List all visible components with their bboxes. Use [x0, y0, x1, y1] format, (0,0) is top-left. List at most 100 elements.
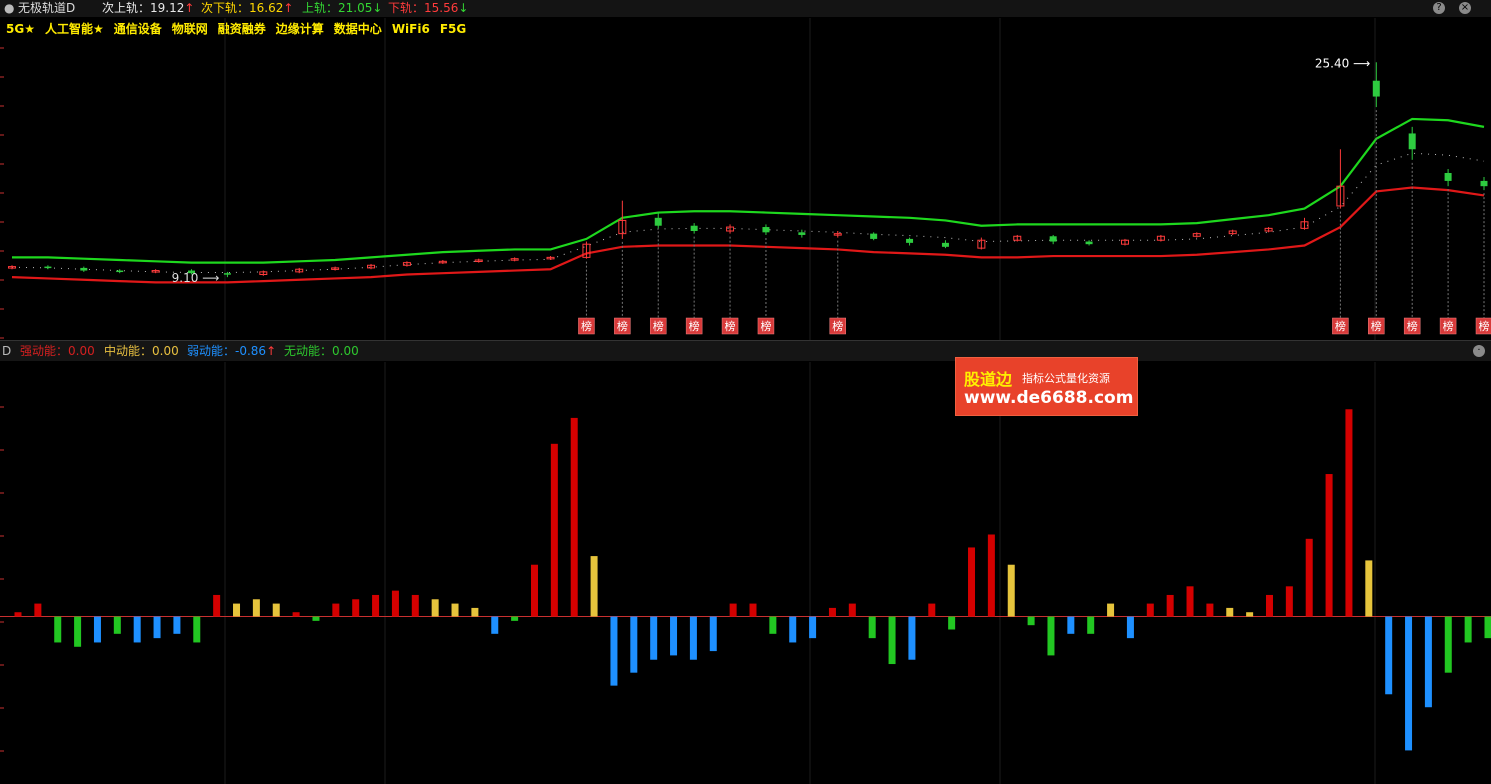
dot-icon: D [2, 344, 12, 358]
question-icon[interactable]: ? [1433, 2, 1445, 14]
logo-title: 股道边 [964, 370, 1013, 389]
momentum-bar [213, 594, 221, 617]
momentum-bar [828, 607, 836, 617]
title-bar: ● 无极轨道D 次上轨：19.12↑ 次下轨：16.62↑ 上轨：21.05↓ … [0, 0, 1491, 17]
candle-body [762, 227, 770, 233]
logo-subtitle: 指标公式量化资源 [1022, 372, 1110, 385]
momentum-bar [590, 556, 598, 617]
momentum-bar [352, 599, 360, 617]
candle-body [1372, 80, 1380, 97]
momentum-bar [1047, 616, 1055, 656]
marker-badge-label: 榜 [832, 319, 843, 333]
momentum-bar [511, 616, 519, 621]
candle-body [906, 238, 914, 243]
momentum-bar [14, 612, 22, 617]
lower-sub-band-value: 次下轨：16.62↑ [201, 1, 293, 16]
momentum-bar [868, 616, 876, 639]
marker-badge-label: 榜 [689, 319, 700, 333]
arrow-down-icon: ↓ [458, 1, 469, 15]
candle-body [941, 242, 949, 247]
upper-sub-band-label: 次上轨：19.12 [102, 1, 185, 15]
candle-body [44, 266, 52, 269]
momentum-bar [987, 534, 995, 617]
upper-sub-band-value: 次上轨：19.12↑ [102, 1, 194, 16]
momentum-bar [610, 616, 618, 686]
no-momentum-value: 无动能：0.00 [284, 344, 359, 358]
candle-body [1085, 241, 1093, 245]
lower-band-label: 下轨：15.56 [388, 1, 459, 15]
momentum-bar [431, 599, 439, 617]
momentum-bar [630, 616, 638, 673]
momentum-bar [312, 616, 320, 621]
momentum-bar [372, 594, 380, 617]
momentum-bar [1186, 586, 1194, 617]
medium-momentum-value: 中动能：0.00 [104, 344, 179, 358]
momentum-bar [173, 616, 181, 634]
momentum-bar [1146, 603, 1154, 617]
logo-url: www.de6688.com [964, 388, 1134, 408]
candle-body [690, 225, 698, 231]
momentum-bar [1484, 616, 1491, 639]
momentum-bar [650, 616, 658, 660]
marker-badge-label: 榜 [1479, 319, 1490, 333]
medium-momentum-label: 中动能：0.00 [104, 344, 179, 358]
momentum-bar [1385, 616, 1393, 695]
momentum-bar [1365, 560, 1373, 617]
momentum-bar [1246, 612, 1254, 617]
momentum-bar [1285, 586, 1293, 617]
candle-body [1408, 133, 1416, 150]
marker-badge-label: 榜 [617, 319, 628, 333]
momentum-bar [670, 616, 678, 656]
marker-badge-label: 榜 [1371, 319, 1382, 333]
marker-badge-label: 榜 [653, 319, 664, 333]
momentum-bar [689, 616, 697, 660]
momentum-bar [570, 417, 578, 617]
candle-body [654, 217, 662, 226]
no-momentum-label: 无动能：0.00 [284, 344, 359, 358]
momentum-bar [233, 603, 241, 617]
arrow-up-icon: ↑ [184, 1, 195, 15]
candle-body [870, 233, 878, 239]
upper-band-value: 上轨：21.05↓ [302, 1, 382, 16]
marker-badge-label: 榜 [1443, 319, 1454, 333]
candle-body [1444, 173, 1452, 181]
momentum-bar [1166, 594, 1174, 617]
arrow-down-icon: ↓ [372, 1, 383, 15]
lower-band-value: 下轨：15.56↓ [388, 1, 468, 16]
marker-badge-label: 榜 [1407, 319, 1418, 333]
momentum-bar [332, 603, 340, 617]
momentum-bar [1027, 616, 1035, 626]
momentum-bar [93, 616, 101, 643]
momentum-bar [1305, 538, 1313, 617]
candle-body [80, 267, 88, 271]
lower-band-line [11, 186, 1485, 284]
momentum-bar [888, 616, 896, 665]
candle-body [1049, 236, 1057, 242]
momentum-bar [1405, 616, 1413, 751]
low-price-label: 9.10 ⟶ [172, 271, 220, 285]
arrow-up-icon: ↑ [283, 1, 294, 15]
momentum-bar [1226, 607, 1234, 617]
upper-band-label: 上轨：21.05 [302, 1, 373, 15]
close-icon[interactable]: × [1459, 2, 1471, 14]
momentum-bar [1107, 603, 1115, 617]
momentum-bar [1265, 594, 1273, 617]
momentum-bar [1464, 616, 1472, 643]
momentum-bar [74, 616, 82, 647]
momentum-bar [729, 603, 737, 617]
candle-body [798, 232, 806, 235]
settings-icon[interactable]: · [1473, 345, 1485, 357]
main-chart: 9.10 ⟶ 25.40 ⟶ 榜 榜 榜 榜 榜 榜 榜 榜 榜 榜 榜 榜 [0, 18, 1491, 340]
dot-icon: ● [4, 1, 15, 15]
momentum-bar [789, 616, 797, 643]
momentum-bar [928, 603, 936, 617]
momentum-bar [1325, 474, 1333, 617]
momentum-bar [193, 616, 201, 643]
momentum-bar [968, 547, 976, 617]
momentum-bar [848, 603, 856, 617]
indicator-bar: D 强动能：0.00 中动能：0.00 弱动能：-0.86↑ 无动能：0.00 … [0, 340, 1491, 361]
momentum-bar [391, 590, 399, 617]
momentum-bar [113, 616, 121, 634]
arrow-up-icon: ↑ [266, 344, 277, 358]
candle-body [223, 273, 231, 275]
